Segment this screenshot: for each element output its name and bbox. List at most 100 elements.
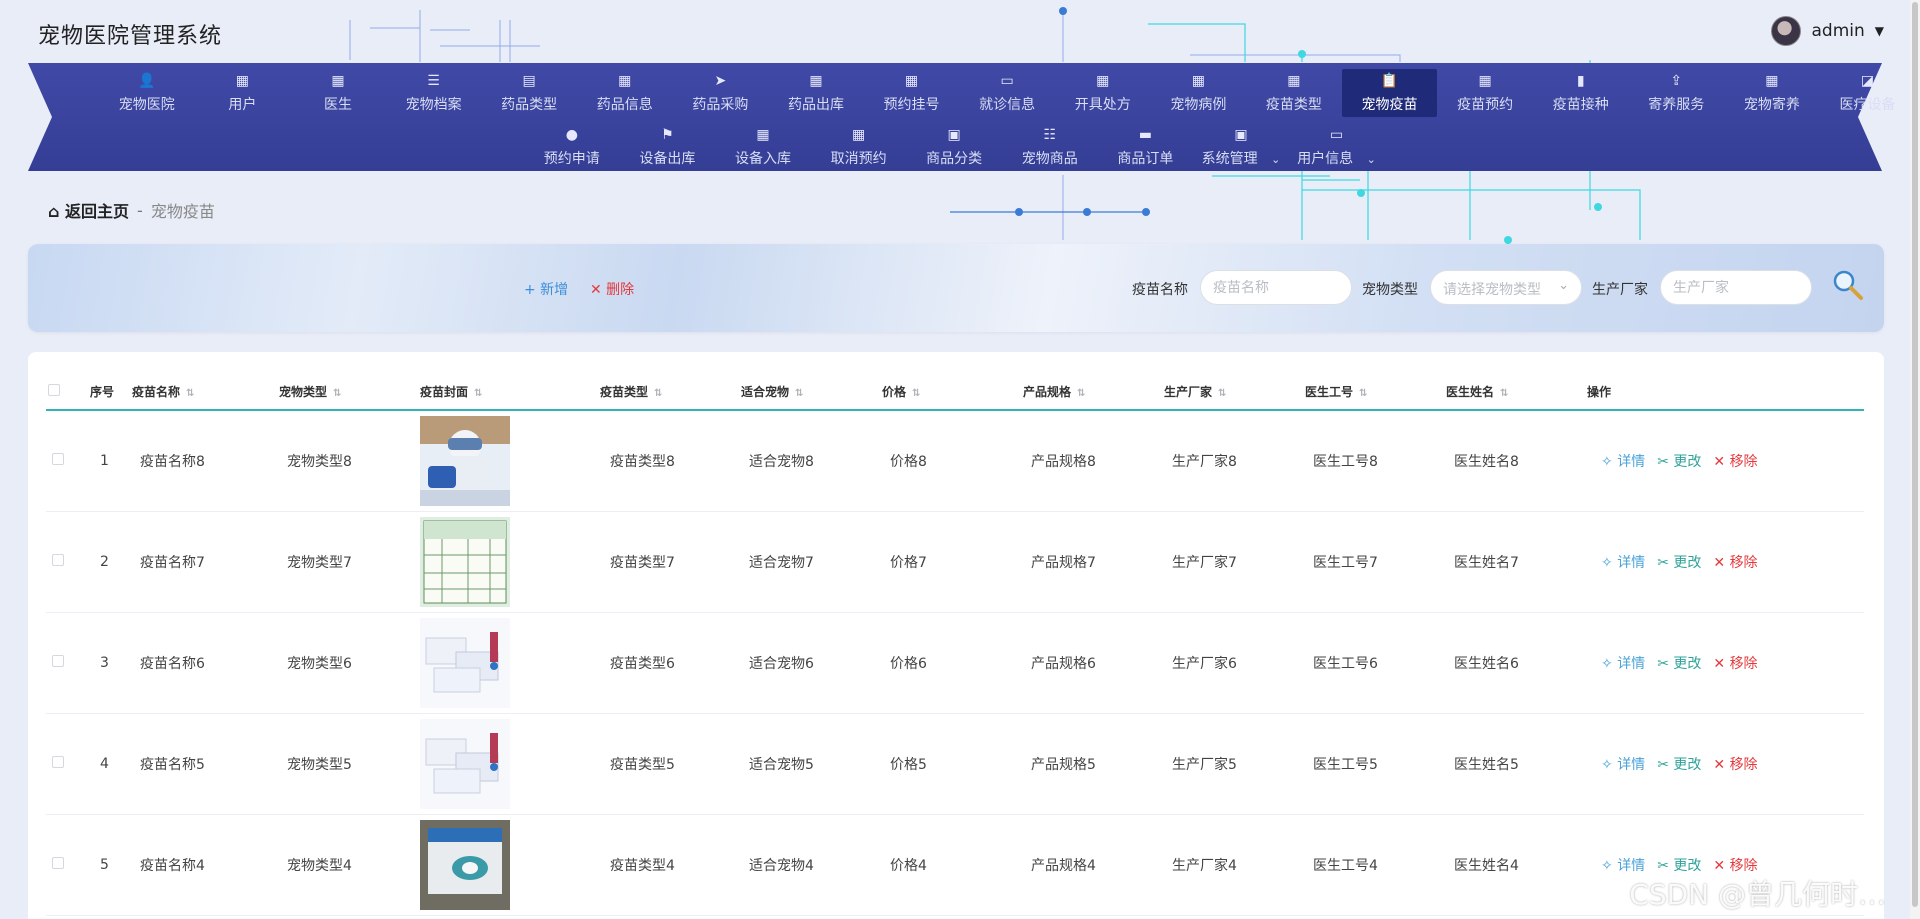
header-pet-type[interactable]: 宠物类型 (279, 385, 327, 399)
add-button[interactable]: + 新增 (524, 279, 568, 299)
grid-icon: ▦ (904, 72, 919, 89)
nav-item[interactable]: ☷ 宠物商品 (1002, 123, 1098, 171)
nav-label: 商品订单 (1117, 150, 1174, 167)
nav-item[interactable]: ▭ 用户信息 (1289, 123, 1385, 171)
remove-button[interactable]: ✕ 移除 (1713, 757, 1757, 773)
cell-vaccine-type: 疫苗类型8 (600, 410, 741, 512)
user-name[interactable]: admin (1811, 21, 1864, 41)
sparkle-icon: ✧ (1601, 857, 1613, 874)
remove-button[interactable]: ✕ 移除 (1713, 454, 1757, 470)
close-icon: ✕ (1713, 756, 1726, 773)
nav-item[interactable]: ▮ 疫苗接种 (1533, 69, 1629, 117)
sort-icon[interactable]: ⇅ (1077, 388, 1085, 399)
sort-icon[interactable]: ⇅ (912, 388, 920, 399)
caret-down-icon[interactable]: ▼ (1875, 24, 1884, 38)
sort-icon[interactable]: ⇅ (1218, 388, 1226, 399)
nav-item[interactable]: ⇪ 寄养服务 (1629, 69, 1725, 117)
nav-item[interactable]: ● 预约申请 (524, 123, 620, 171)
nav-item[interactable]: ▦ 疫苗预约 (1437, 69, 1533, 117)
delete-button[interactable]: ✕ 删除 (590, 279, 634, 299)
detail-button[interactable]: ✧ 详情 (1601, 454, 1645, 470)
close-icon: ✕ (1713, 857, 1726, 874)
vaccine-cover-image[interactable] (420, 718, 510, 809)
nav-item[interactable]: ☰ 宠物档案 (386, 69, 482, 117)
nav-item[interactable]: ▣ 商品分类 (906, 123, 1002, 171)
nav-item[interactable]: ▦ 宠物寄养 (1724, 69, 1820, 117)
nav-item[interactable]: ▦ 预约挂号 (864, 69, 960, 117)
nav-item[interactable]: ▭ 就诊信息 (959, 69, 1055, 117)
home-link[interactable]: ⌂ 返回主页 (48, 198, 129, 222)
avatar[interactable] (1771, 16, 1802, 46)
search-panel: + 新增 ✕ 删除 疫苗名称 宠物类型 请选择宠物类型 ⌄ 生产厂家 (28, 244, 1884, 332)
sort-icon[interactable]: ⇅ (1500, 388, 1508, 399)
row-checkbox[interactable] (52, 856, 64, 869)
nav-item[interactable]: ▦ 医生 (290, 69, 386, 117)
vaccine-cover-image[interactable] (420, 819, 510, 910)
header-doctor-name[interactable]: 医生姓名 (1446, 385, 1494, 399)
nav-item[interactable]: ▦ 设备入库 (715, 123, 811, 171)
sort-icon[interactable]: ⇅ (474, 388, 482, 399)
sort-icon[interactable]: ⇅ (333, 388, 341, 399)
edit-button[interactable]: ✂ 更改 (1657, 454, 1701, 470)
vaccine-cover-image[interactable] (420, 516, 510, 607)
header-maker[interactable]: 生产厂家 (1164, 385, 1212, 399)
breadcrumb-separator: - (137, 200, 143, 220)
search-icon[interactable] (1831, 268, 1865, 302)
pet-type-select[interactable]: 请选择宠物类型 ⌄ (1430, 270, 1582, 305)
remove-button[interactable]: ✕ 移除 (1713, 858, 1757, 874)
row-checkbox[interactable] (52, 654, 64, 667)
maker-input[interactable] (1660, 270, 1812, 305)
nav-item[interactable]: ▦ 取消预约 (811, 123, 907, 171)
edit-button[interactable]: ✂ 更改 (1657, 858, 1701, 874)
header-price[interactable]: 价格 (882, 385, 906, 399)
nav-item[interactable]: ▦ 用户 (195, 69, 291, 117)
vaccine-cover-image[interactable] (420, 415, 510, 506)
header-vaccine-type[interactable]: 疫苗类型 (600, 385, 648, 399)
remove-button[interactable]: ✕ 移除 (1713, 555, 1757, 571)
sort-icon[interactable]: ⇅ (186, 388, 194, 399)
detail-button[interactable]: ✧ 详情 (1601, 757, 1645, 773)
header-cover[interactable]: 疫苗封面 (420, 385, 468, 399)
header-spec[interactable]: 产品规格 (1023, 385, 1071, 399)
home-icon: ⌂ (48, 202, 60, 221)
row-checkbox[interactable] (52, 553, 64, 566)
remove-button[interactable]: ✕ 移除 (1713, 656, 1757, 672)
nav-item[interactable]: ◪ 医疗设备 (1820, 69, 1916, 117)
pet-type-placeholder: 请选择宠物类型 (1443, 282, 1541, 298)
edit-button[interactable]: ✂ 更改 (1657, 757, 1701, 773)
nav-item[interactable]: ▦ 开具处方 (1055, 69, 1151, 117)
nav-item[interactable]: ▦ 药品出库 (768, 69, 864, 117)
sort-icon[interactable]: ⇅ (1359, 388, 1367, 399)
row-checkbox[interactable] (52, 452, 64, 465)
nav-item[interactable]: ▦ 药品信息 (577, 69, 673, 117)
row-checkbox[interactable] (52, 755, 64, 768)
nav-item[interactable]: 👤 宠物医院 (99, 69, 195, 117)
user-menu[interactable]: admin ▼ (1771, 16, 1884, 46)
nav-label: 宠物寄养 (1743, 96, 1800, 113)
detail-button[interactable]: ✧ 详情 (1601, 656, 1645, 672)
nav-label: 开具处方 (1074, 96, 1131, 113)
header-name[interactable]: 疫苗名称 (132, 385, 180, 399)
edit-button[interactable]: ✂ 更改 (1657, 555, 1701, 571)
nav-item[interactable]: ▣ 系统管理 (1193, 123, 1289, 171)
nav-item[interactable]: ▤ 药品类型 (481, 69, 577, 117)
select-all-checkbox[interactable] (48, 384, 60, 396)
detail-button[interactable]: ✧ 详情 (1601, 858, 1645, 874)
header-doctor-no[interactable]: 医生工号 (1305, 385, 1353, 399)
sort-icon[interactable]: ⇅ (795, 388, 803, 399)
scrollbar[interactable] (1910, 0, 1920, 919)
nav-item[interactable]: ▦ 疫苗类型 (1246, 69, 1342, 117)
nav-item[interactable]: ⚑ 设备出库 (620, 123, 716, 171)
detail-button[interactable]: ✧ 详情 (1601, 555, 1645, 571)
cell-maker: 生产厂家8 (1164, 410, 1305, 512)
edit-button[interactable]: ✂ 更改 (1657, 656, 1701, 672)
vaccine-cover-image[interactable] (420, 617, 510, 708)
vaccine-name-input[interactable] (1200, 270, 1352, 305)
scroll-thumb[interactable] (1912, 2, 1918, 907)
nav-item[interactable]: ▦ 宠物病例 (1151, 69, 1247, 117)
header-suitable-pet[interactable]: 适合宠物 (741, 385, 789, 399)
nav-item[interactable]: ➤ 药品采购 (673, 69, 769, 117)
sort-icon[interactable]: ⇅ (654, 388, 662, 399)
nav-item[interactable]: 📋 宠物疫苗 (1341, 69, 1438, 117)
nav-item[interactable]: ▬ 商品订单 (1098, 123, 1194, 171)
